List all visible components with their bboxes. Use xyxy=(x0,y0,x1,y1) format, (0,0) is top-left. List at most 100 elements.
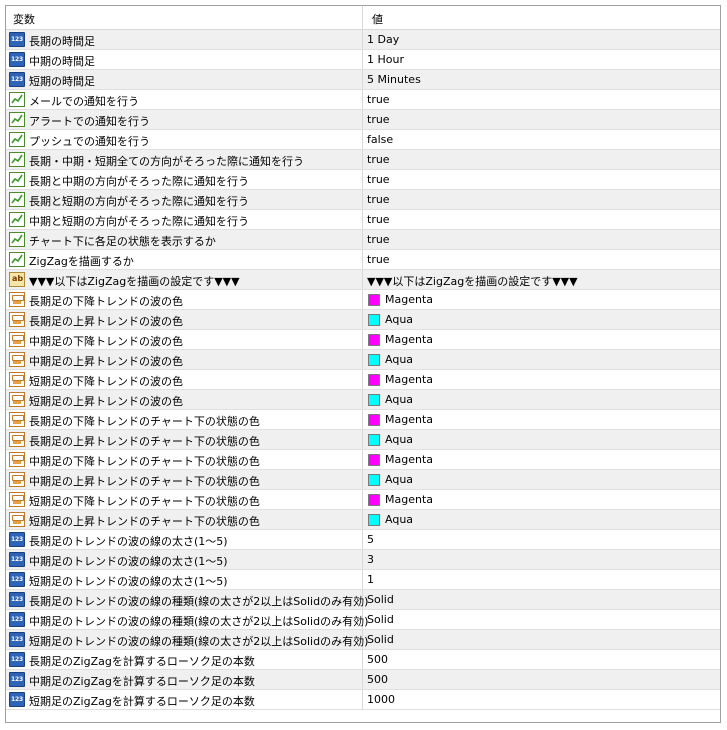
parameter-row[interactable]: 長期・中期・短期全ての方向がそろった際に通知を行う true xyxy=(6,150,720,170)
parameter-name-cell[interactable]: 中期足の上昇トレンドのチャート下の状態の色 xyxy=(6,470,363,489)
parameter-value[interactable]: true xyxy=(367,93,390,106)
parameter-value[interactable]: 5 Minutes xyxy=(367,73,421,86)
parameter-row[interactable]: 長期足のZigZagを計算するローソク足の本数 500 xyxy=(6,650,720,670)
parameter-row[interactable]: アラートでの通知を行う true xyxy=(6,110,720,130)
color-swatch[interactable] xyxy=(368,314,380,326)
parameter-value[interactable]: 1 Day xyxy=(367,33,399,46)
parameter-value[interactable]: Solid xyxy=(367,613,394,626)
parameter-value[interactable]: true xyxy=(367,153,390,166)
parameter-name-cell[interactable]: 短期足のZigZagを計算するローソク足の本数 xyxy=(6,690,363,709)
parameter-name-cell[interactable]: 長期足のZigZagを計算するローソク足の本数 xyxy=(6,650,363,669)
parameter-row[interactable]: 長期足のトレンドの波の線の種類(線の太さが2以上はSolidのみ有効)Solid xyxy=(6,590,720,610)
parameter-row[interactable]: 長期と短期の方向がそろった際に通知を行う true xyxy=(6,190,720,210)
parameter-name-cell[interactable]: 長期足の下降トレンドの波の色 xyxy=(6,290,363,309)
parameter-row[interactable]: 中期足の上昇トレンドのチャート下の状態の色 Aqua xyxy=(6,470,720,490)
header-variable-cell[interactable]: 変数 xyxy=(6,6,363,29)
parameter-row[interactable]: メールでの通知を行う true xyxy=(6,90,720,110)
parameter-row[interactable]: 中期足のトレンドの波の線の太さ(1〜5) 3 xyxy=(6,550,720,570)
parameter-value[interactable]: true xyxy=(367,253,390,266)
parameter-name-cell[interactable]: 中期足のZigZagを計算するローソク足の本数 xyxy=(6,670,363,689)
parameter-row[interactable]: 長期足の上昇トレンドのチャート下の状態の色 Aqua xyxy=(6,430,720,450)
parameter-row[interactable]: 短期足の下降トレンドの波の色 Magenta xyxy=(6,370,720,390)
parameter-value[interactable]: Magenta xyxy=(385,453,433,466)
parameter-row[interactable]: 中期足の上昇トレンドの波の色 Aqua xyxy=(6,350,720,370)
parameter-value[interactable]: true xyxy=(367,213,390,226)
parameter-name-cell[interactable]: ZigZagを描画するか xyxy=(6,250,363,269)
color-swatch[interactable] xyxy=(368,334,380,346)
parameter-row[interactable]: 短期足のZigZagを計算するローソク足の本数 1000 xyxy=(6,690,720,710)
parameter-name-cell[interactable]: 長期足の下降トレンドのチャート下の状態の色 xyxy=(6,410,363,429)
parameter-row[interactable]: 短期足の上昇トレンドの波の色 Aqua xyxy=(6,390,720,410)
parameter-name-cell[interactable]: 短期足の上昇トレンドの波の色 xyxy=(6,390,363,409)
parameter-row[interactable]: 中期足の下降トレンドのチャート下の状態の色 Magenta xyxy=(6,450,720,470)
parameter-value[interactable]: Magenta xyxy=(385,413,433,426)
parameter-name-cell[interactable]: 短期の時間足 xyxy=(6,70,363,89)
color-swatch[interactable] xyxy=(368,494,380,506)
parameter-name-cell[interactable]: アラートでの通知を行う xyxy=(6,110,363,129)
parameter-value[interactable]: true xyxy=(367,113,390,126)
parameter-value[interactable]: Magenta xyxy=(385,373,433,386)
parameter-name-cell[interactable]: 長期と短期の方向がそろった際に通知を行う xyxy=(6,190,363,209)
parameter-row[interactable]: チャート下に各足の状態を表示するか true xyxy=(6,230,720,250)
color-swatch[interactable] xyxy=(368,454,380,466)
parameter-value[interactable]: 1 xyxy=(367,573,374,586)
parameter-row[interactable]: 長期足のトレンドの波の線の太さ(1〜5) 5 xyxy=(6,530,720,550)
parameter-name-cell[interactable]: 短期足の下降トレンドの波の色 xyxy=(6,370,363,389)
parameter-name-cell[interactable]: 中期足の下降トレンドの波の色 xyxy=(6,330,363,349)
parameter-value[interactable]: 5 xyxy=(367,533,374,546)
color-swatch[interactable] xyxy=(368,374,380,386)
parameter-row[interactable]: 長期足の下降トレンドのチャート下の状態の色 Magenta xyxy=(6,410,720,430)
color-swatch[interactable] xyxy=(368,514,380,526)
parameter-row[interactable]: 中期足の下降トレンドの波の色 Magenta xyxy=(6,330,720,350)
parameter-value[interactable]: ▼▼▼以下はZigZagを描画の設定です▼▼▼ xyxy=(367,273,578,289)
parameter-name-cell[interactable]: 長期と中期の方向がそろった際に通知を行う xyxy=(6,170,363,189)
parameter-name-cell[interactable]: プッシュでの通知を行う xyxy=(6,130,363,149)
color-swatch[interactable] xyxy=(368,434,380,446)
parameter-value[interactable]: Magenta xyxy=(385,493,433,506)
color-swatch[interactable] xyxy=(368,294,380,306)
parameter-value[interactable]: Aqua xyxy=(385,393,413,406)
parameter-row[interactable]: 長期と中期の方向がそろった際に通知を行う true xyxy=(6,170,720,190)
parameter-row[interactable]: 長期足の上昇トレンドの波の色 Aqua xyxy=(6,310,720,330)
parameter-value[interactable]: true xyxy=(367,193,390,206)
parameter-name-cell[interactable]: 長期足のトレンドの波の線の種類(線の太さが2以上はSolidのみ有効) xyxy=(6,590,368,609)
parameter-value[interactable]: Aqua xyxy=(385,473,413,486)
color-swatch[interactable] xyxy=(368,414,380,426)
parameter-row[interactable]: 長期の時間足 1 Day xyxy=(6,30,720,50)
parameter-name-cell[interactable]: 中期足のトレンドの波の線の太さ(1〜5) xyxy=(6,550,363,569)
parameter-name-cell[interactable]: 短期足の下降トレンドのチャート下の状態の色 xyxy=(6,490,363,509)
parameter-name-cell[interactable]: ▼▼▼以下はZigZagを描画の設定です▼▼▼ xyxy=(6,270,363,289)
parameter-row[interactable]: 短期足のトレンドの波の線の太さ(1〜5) 1 xyxy=(6,570,720,590)
header-value-label[interactable]: 値 xyxy=(372,11,383,27)
parameter-name-cell[interactable]: 中期足のトレンドの波の線の種類(線の太さが2以上はSolidのみ有効) xyxy=(6,610,368,629)
parameter-value[interactable]: 1 Hour xyxy=(367,53,404,66)
color-swatch[interactable] xyxy=(368,474,380,486)
parameter-row[interactable]: 中期の時間足 1 Hour xyxy=(6,50,720,70)
parameter-row[interactable]: 中期足のトレンドの波の線の種類(線の太さが2以上はSolidのみ有効)Solid xyxy=(6,610,720,630)
parameter-name-cell[interactable]: 短期足のトレンドの波の線の太さ(1〜5) xyxy=(6,570,363,589)
parameter-name-cell[interactable]: 長期・中期・短期全ての方向がそろった際に通知を行う xyxy=(6,150,363,169)
parameter-value[interactable]: false xyxy=(367,133,393,146)
parameter-name-cell[interactable]: 長期足のトレンドの波の線の太さ(1〜5) xyxy=(6,530,363,549)
parameter-row[interactable]: ZigZagを描画するか true xyxy=(6,250,720,270)
color-swatch[interactable] xyxy=(368,394,380,406)
parameter-value[interactable]: Solid xyxy=(367,633,394,646)
parameter-value[interactable]: true xyxy=(367,233,390,246)
parameter-row[interactable]: プッシュでの通知を行う false xyxy=(6,130,720,150)
parameter-row[interactable]: 中期と短期の方向がそろった際に通知を行う true xyxy=(6,210,720,230)
parameter-value[interactable]: 500 xyxy=(367,653,388,666)
parameter-value[interactable]: Solid xyxy=(367,593,394,606)
parameter-name-cell[interactable]: 短期足の上昇トレンドのチャート下の状態の色 xyxy=(6,510,363,529)
parameter-value[interactable]: Aqua xyxy=(385,433,413,446)
color-swatch[interactable] xyxy=(368,354,380,366)
parameter-value[interactable]: Magenta xyxy=(385,293,433,306)
parameter-name-cell[interactable]: 中期と短期の方向がそろった際に通知を行う xyxy=(6,210,363,229)
parameter-row[interactable]: 短期足のトレンドの波の線の種類(線の太さが2以上はSolidのみ有効)Solid xyxy=(6,630,720,650)
parameter-value[interactable]: 1000 xyxy=(367,693,395,706)
parameter-name-cell[interactable]: 中期の時間足 xyxy=(6,50,363,69)
parameter-row[interactable]: 中期足のZigZagを計算するローソク足の本数 500 xyxy=(6,670,720,690)
parameter-row[interactable]: 短期足の上昇トレンドのチャート下の状態の色 Aqua xyxy=(6,510,720,530)
parameter-name-cell[interactable]: 中期足の下降トレンドのチャート下の状態の色 xyxy=(6,450,363,469)
parameter-value[interactable]: Magenta xyxy=(385,333,433,346)
parameter-row[interactable]: 短期足の下降トレンドのチャート下の状態の色 Magenta xyxy=(6,490,720,510)
